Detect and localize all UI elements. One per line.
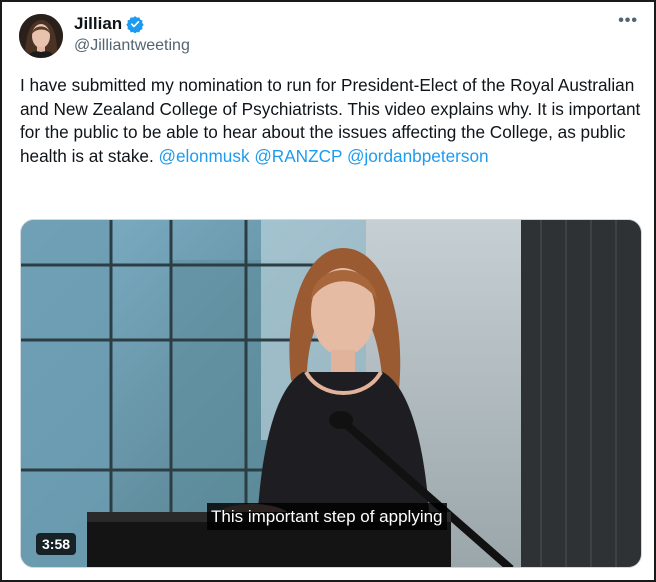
author-name[interactable]: Jillian — [74, 14, 122, 34]
author-name-row: Jillian — [74, 14, 144, 34]
verified-badge-icon — [126, 15, 144, 34]
mention-elonmusk[interactable]: @elonmusk — [159, 146, 250, 166]
avatar[interactable] — [19, 14, 63, 58]
tweet-card: Jillian @Jilliantweeting ••• I have subm… — [0, 0, 656, 582]
mention-jordanbpeterson[interactable]: @jordanbpeterson — [347, 146, 489, 166]
video-caption: This important step of applying — [207, 503, 447, 530]
avatar-image — [19, 14, 63, 58]
video-duration: 3:58 — [36, 533, 77, 555]
author-handle[interactable]: @Jilliantweeting — [74, 37, 190, 55]
tweet-text: I have submitted my nomination to run fo… — [20, 74, 645, 168]
mention-ranzcp[interactable]: @RANZCP — [254, 146, 342, 166]
more-options-icon[interactable]: ••• — [618, 12, 638, 30]
